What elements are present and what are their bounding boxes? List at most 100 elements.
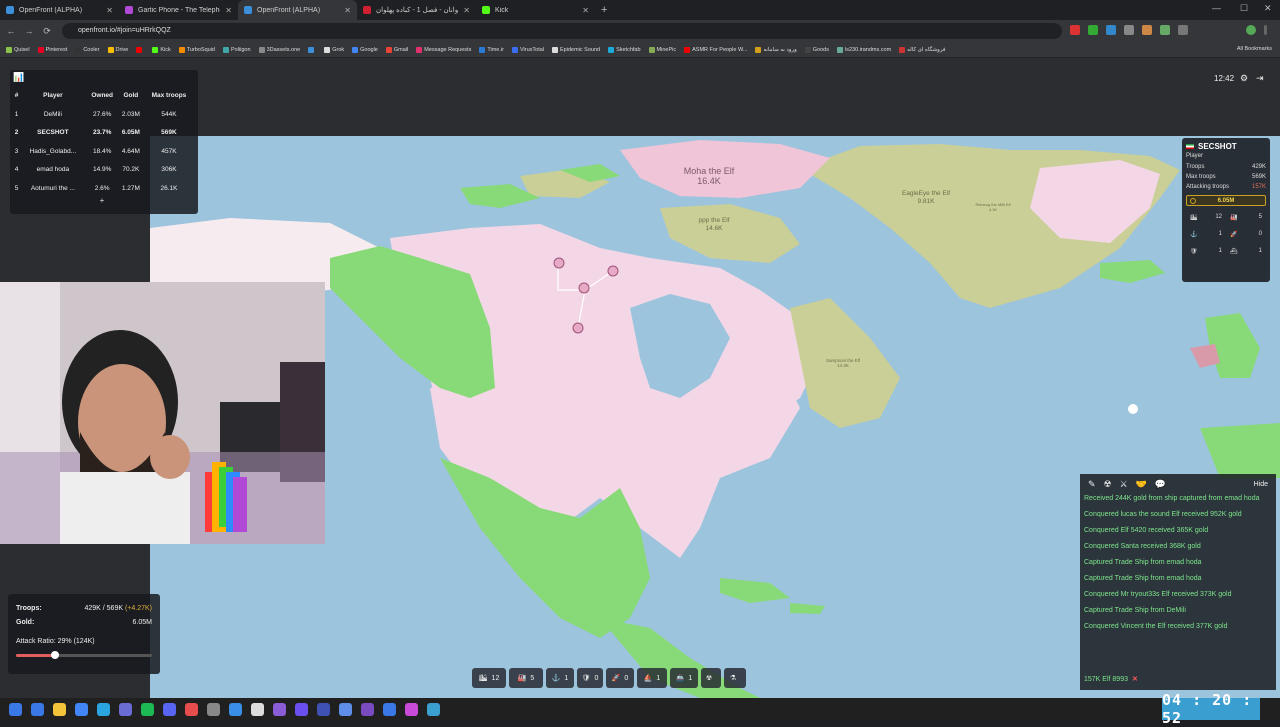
column-gold[interactable]: Gold	[118, 86, 144, 105]
bookmark-item[interactable]: Drive	[107, 46, 128, 53]
taskbar-app-icon[interactable]	[185, 702, 198, 716]
bookmark-item[interactable]: Sketchfab	[608, 46, 641, 53]
bookmark-item[interactable]: Google	[352, 46, 378, 53]
build-button[interactable]: ⚓ 1	[546, 668, 574, 688]
taskbar-app-icon[interactable]	[97, 702, 110, 716]
column-owned[interactable]: Owned	[87, 86, 118, 105]
back-icon[interactable]: ←	[4, 26, 18, 36]
close-tab-icon[interactable]: ✕	[463, 6, 470, 15]
extension-icon[interactable]	[1124, 25, 1134, 35]
browser-tab[interactable]: Gartic Phone - The Telephone G ✕	[119, 0, 238, 20]
handshake-icon[interactable]: 🤝	[1136, 479, 1147, 490]
profile-avatar[interactable]	[1246, 25, 1256, 35]
bookmark-item[interactable]	[308, 46, 316, 53]
cancel-attack-icon[interactable]: ✕	[1132, 676, 1138, 683]
bookmark-item[interactable]: TurboSquid	[178, 46, 215, 53]
bookmark-item[interactable]: VirusTotal	[511, 46, 544, 53]
bookmark-item[interactable]: MinePic	[648, 46, 676, 53]
bookmark-item[interactable]: Cooler	[75, 46, 100, 53]
taskbar-app-icon[interactable]	[31, 702, 44, 716]
column-max-troops[interactable]: Max troops	[144, 86, 194, 105]
slider-handle[interactable]	[51, 651, 60, 659]
taskbar-app-icon[interactable]	[383, 702, 396, 716]
bookmark-item[interactable]: Poliigon	[222, 46, 251, 53]
attack-ratio-slider[interactable]	[16, 651, 152, 659]
browser-tab[interactable]: پهلوانان - فصل 1 - کباده پهلوان ✕	[357, 0, 476, 20]
game-canvas[interactable]: Moha the Elf 16.4K EagleEye the Elf 9.81…	[0, 58, 1280, 698]
bookmark-item[interactable]: ls230.irandms.com	[837, 46, 891, 53]
taskbar-app-icon[interactable]	[9, 702, 22, 716]
taskbar-app-icon[interactable]	[53, 702, 66, 716]
bookmark-item[interactable]: Quisel	[6, 46, 30, 53]
close-tab-icon[interactable]: ✕	[106, 6, 113, 15]
build-button[interactable]: 🏙 12	[472, 668, 506, 688]
nuke-icon[interactable]: ☢	[1104, 479, 1112, 490]
close-tab-icon[interactable]: ✕	[344, 6, 351, 15]
bookmark-item[interactable]: Grok	[324, 46, 344, 53]
reload-icon[interactable]: ⟳	[40, 26, 54, 37]
taskbar-app-icon[interactable]	[207, 702, 220, 716]
build-button[interactable]: ⚗	[724, 668, 746, 688]
close-window-icon[interactable]: ✕	[1264, 3, 1272, 14]
url-input[interactable]: openfront.io/#join=uHRrkQQZ	[62, 23, 1062, 39]
menu-kebab-icon[interactable]	[1264, 25, 1267, 35]
chat-icon[interactable]: 💬	[1155, 479, 1166, 490]
maximize-icon[interactable]: ☐	[1240, 3, 1248, 14]
build-button[interactable]: 🛡 0	[577, 668, 603, 688]
bookmark-item[interactable]: Gmail	[385, 46, 408, 53]
ship-marker[interactable]	[1128, 404, 1138, 414]
swords-icon[interactable]: ⚔	[1120, 479, 1128, 490]
all-bookmarks[interactable]: All Bookmarks	[1237, 46, 1272, 52]
bookmark-item[interactable]: ASMR For People W...	[684, 46, 747, 53]
taskbar-app-icon[interactable]	[295, 702, 308, 716]
taskbar-app-icon[interactable]	[141, 702, 154, 716]
taskbar-app-icon[interactable]	[163, 702, 176, 716]
settings-gear-icon[interactable]: ⚙	[1240, 73, 1248, 84]
taskbar-app-icon[interactable]	[339, 702, 352, 716]
bookmark-item[interactable]: Pinterest	[37, 46, 67, 53]
taskbar-app-icon[interactable]	[229, 702, 242, 716]
leaderboard-row[interactable]: 2 SECSHOT 23.7% 6.05M 569K	[14, 124, 194, 143]
build-button[interactable]: 🏭 5	[509, 668, 543, 688]
leaderboard-row[interactable]: 3 Hadis_Golabd... 18.4% 4.64M 457K	[14, 142, 194, 161]
city-icon[interactable]	[607, 265, 619, 277]
build-button[interactable]: ⛵ 1	[637, 668, 667, 688]
close-tab-icon[interactable]: ✕	[582, 6, 589, 15]
browser-tab[interactable]: OpenFront (ALPHA) ✕	[0, 0, 119, 20]
taskbar-app-icon[interactable]	[317, 702, 330, 716]
extensions-puzzle-icon[interactable]	[1178, 25, 1188, 35]
build-button[interactable]: ☢	[701, 668, 721, 688]
bookmark-item[interactable]: Time.ir	[479, 46, 504, 53]
taskbar-app-icon[interactable]	[251, 702, 264, 716]
bookmark-item[interactable]	[136, 46, 144, 53]
close-tab-icon[interactable]: ✕	[225, 6, 232, 15]
taskbar-app-icon[interactable]	[273, 702, 286, 716]
city-icon[interactable]	[553, 257, 565, 269]
expand-leaderboard-button[interactable]: +	[97, 196, 107, 206]
build-button[interactable]: 🚀 0	[606, 668, 634, 688]
bookmark-item[interactable]: Epidemic Sound	[552, 46, 600, 53]
build-button[interactable]: 🚢 1	[670, 668, 698, 688]
extension-icon[interactable]	[1160, 25, 1170, 35]
new-tab-icon[interactable]: +	[601, 4, 607, 16]
pencil-icon[interactable]: ✎	[1088, 479, 1096, 490]
taskbar-app-icon[interactable]	[361, 702, 374, 716]
city-icon[interactable]	[578, 282, 590, 294]
hide-button[interactable]: Hide	[1254, 481, 1268, 488]
taskbar-app-icon[interactable]	[405, 702, 418, 716]
extension-icon[interactable]	[1106, 25, 1116, 35]
browser-tab-active[interactable]: OpenFront (ALPHA) ✕	[238, 0, 357, 20]
bookmark-item[interactable]: 3Dassets.one	[258, 46, 300, 53]
taskbar-app-icon[interactable]	[427, 702, 440, 716]
taskbar-app-icon[interactable]	[75, 702, 88, 716]
bookmark-item[interactable]: Kick	[152, 46, 171, 53]
forward-icon[interactable]: →	[22, 26, 36, 36]
taskbar-app-icon[interactable]	[119, 702, 132, 716]
browser-tab[interactable]: Kick ✕	[476, 0, 595, 20]
minimize-icon[interactable]: —	[1212, 3, 1221, 13]
leaderboard-row[interactable]: 4 emad hoda 14.9% 70.2K 306K	[14, 161, 194, 180]
exit-game-icon[interactable]: ⇥	[1256, 73, 1264, 84]
bookmark-item[interactable]: Message Requests	[416, 46, 471, 53]
bookmark-item[interactable]: فروشگاه ای کاله	[899, 46, 946, 53]
leaderboard-row[interactable]: 1 DeMili 27.6% 2.03M 544K	[14, 105, 194, 124]
